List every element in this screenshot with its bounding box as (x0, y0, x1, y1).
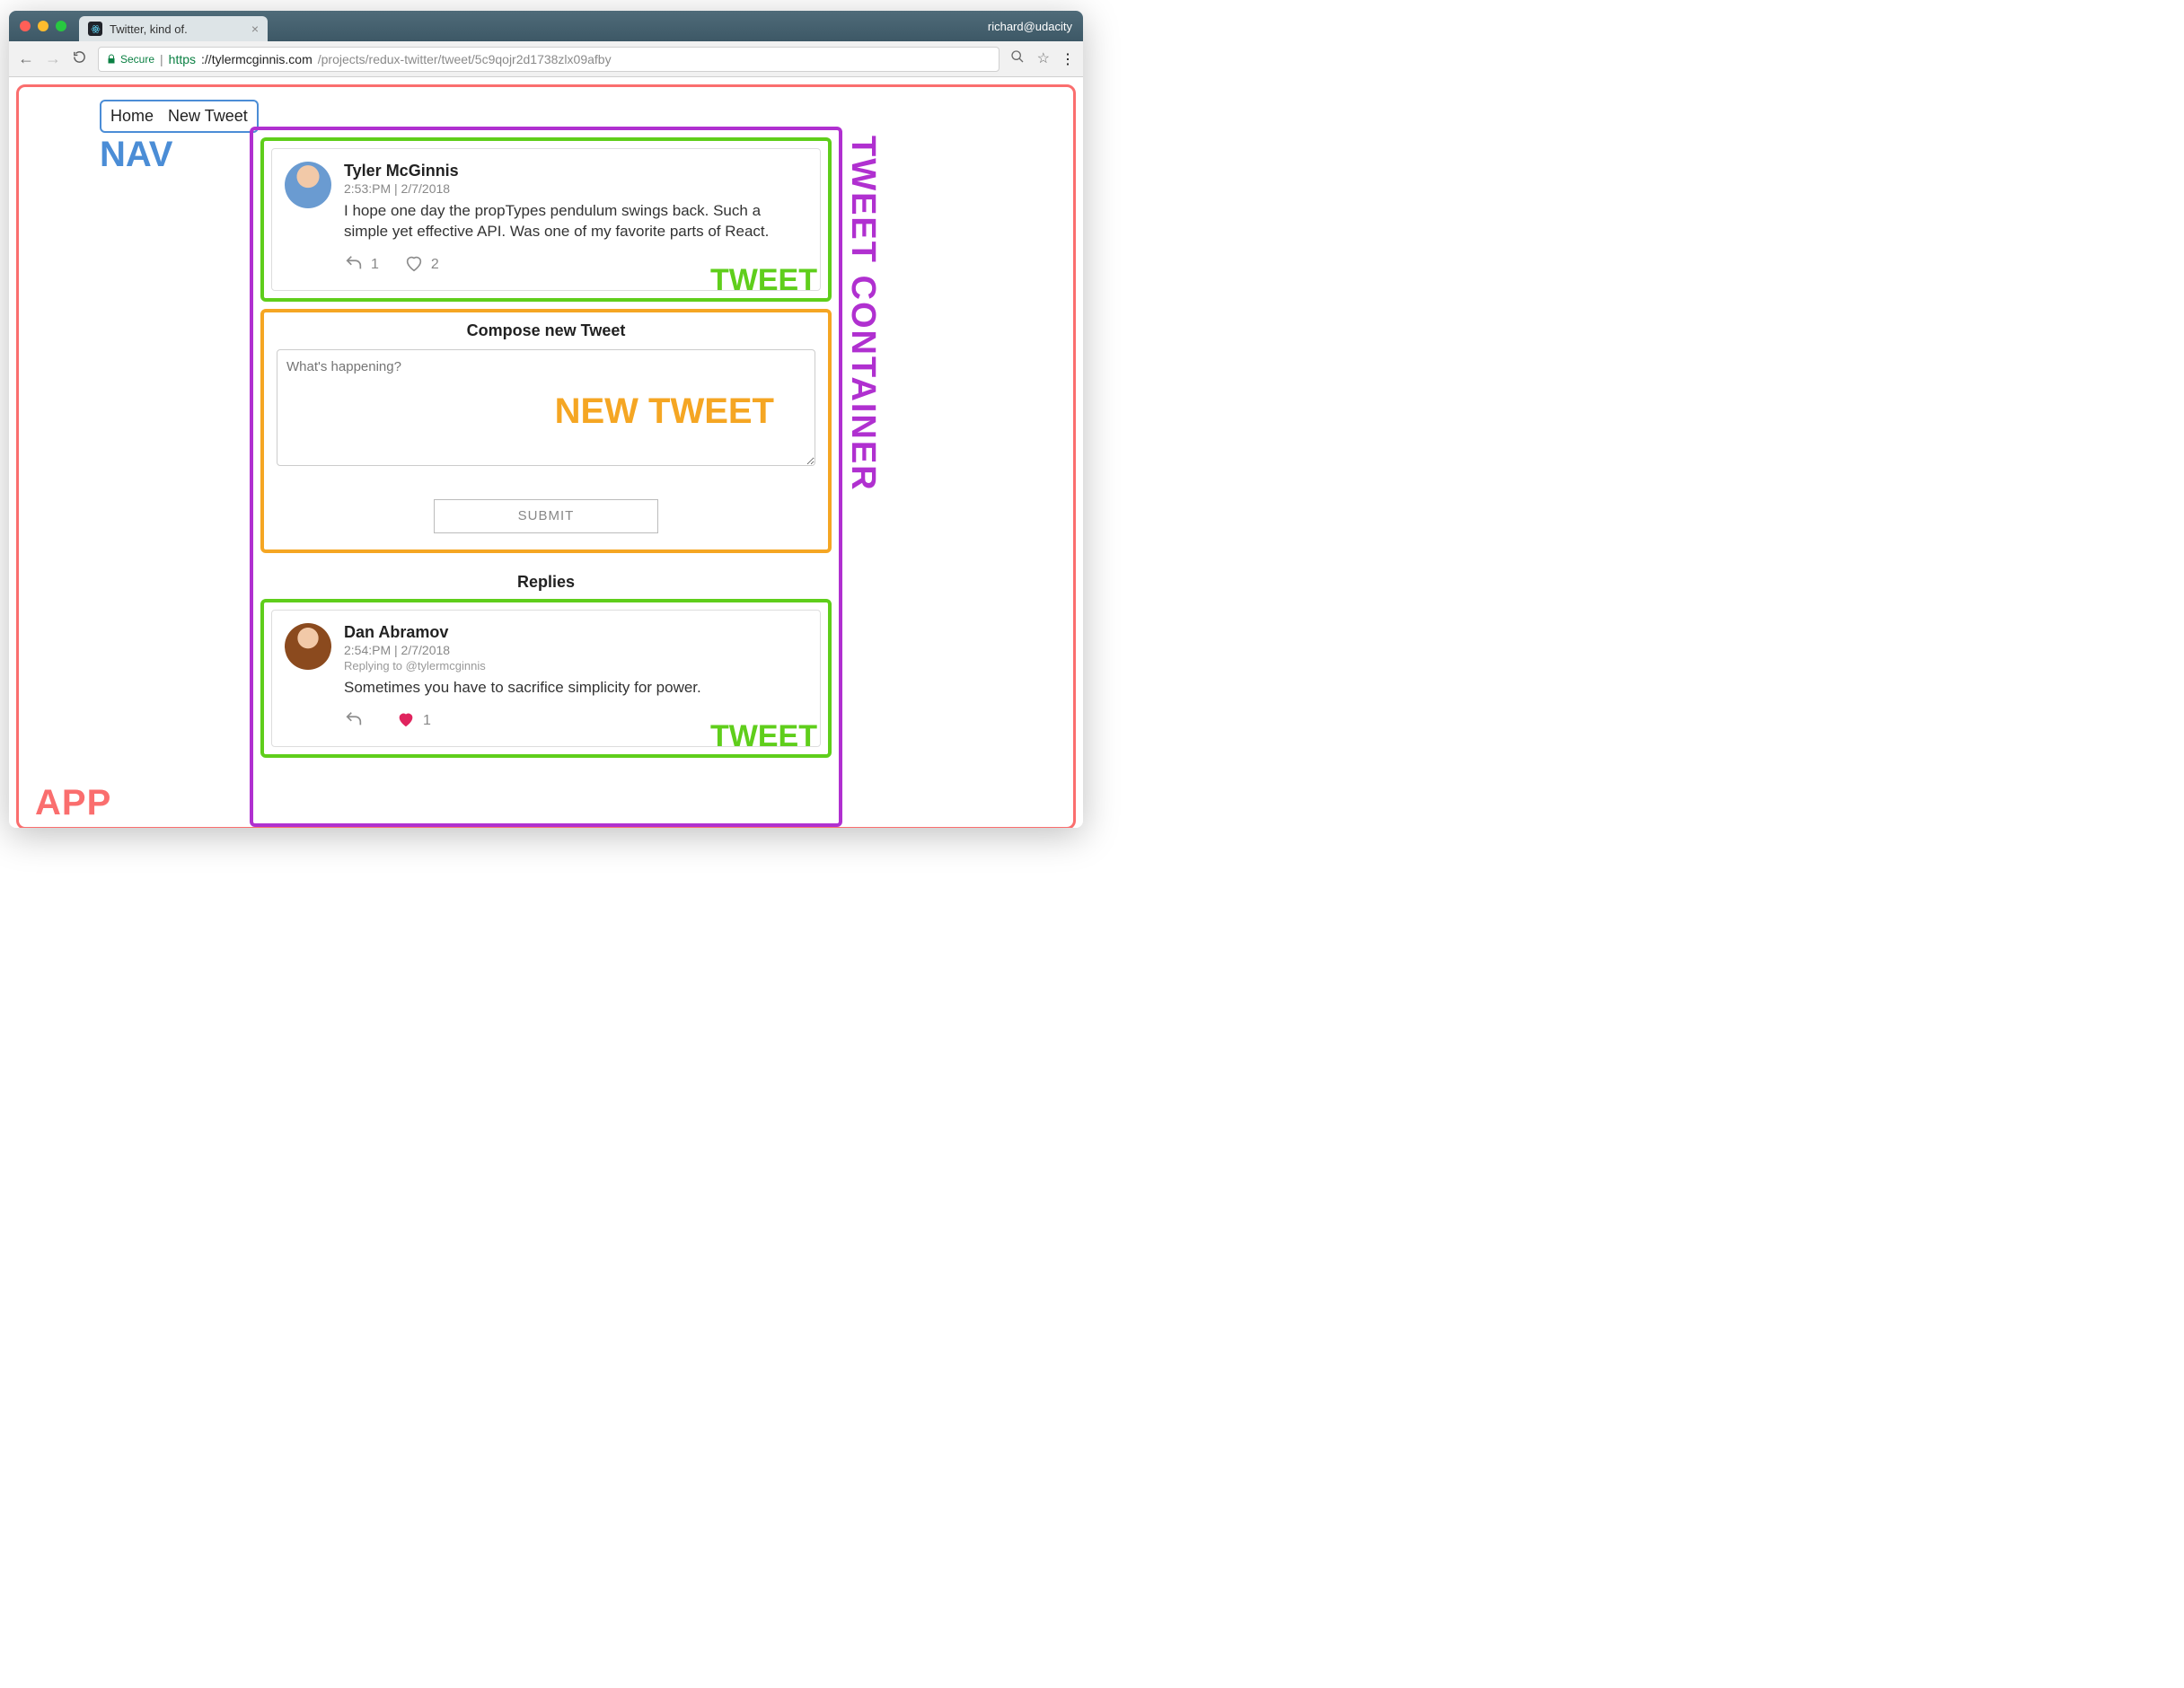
app-region: APP Home New Tweet NAV TWEET CONTAINER T… (16, 84, 1076, 828)
reply-button[interactable] (344, 709, 371, 734)
tweet-timestamp: 2:53:PM | 2/7/2018 (344, 181, 807, 196)
new-tweet-annotation-label: NEW TWEET (555, 391, 774, 432)
heart-icon (396, 709, 416, 734)
nav-region: Home New Tweet (100, 100, 259, 133)
browser-toolbar: ← → Secure | https://tylermcginnis.com/p… (9, 41, 1083, 77)
forward-button[interactable]: → (45, 49, 61, 68)
avatar (285, 623, 331, 670)
tweet-timestamp: 2:54:PM | 2/7/2018 (344, 643, 807, 657)
replying-to: Replying to @tylermcginnis (344, 659, 807, 673)
url-scheme: https (169, 52, 196, 66)
react-favicon-icon (88, 22, 102, 36)
tweet-text: Sometimes you have to sacrifice simplici… (344, 678, 807, 699)
reply-count: 1 (371, 257, 379, 273)
nav-new-tweet-link[interactable]: New Tweet (168, 107, 248, 126)
reply-icon (344, 253, 364, 277)
like-count: 1 (423, 713, 431, 729)
close-tab-icon[interactable]: × (251, 22, 259, 36)
container-annotation-label: TWEET CONTAINER (843, 136, 882, 492)
tweet-text: I hope one day the propTypes pendulum sw… (344, 201, 807, 242)
bookmark-star-icon[interactable]: ☆ (1037, 49, 1050, 68)
heart-icon (404, 253, 424, 277)
minimize-window-button[interactable] (38, 21, 48, 31)
secure-label: Secure (120, 53, 154, 66)
url-host: ://tylermcginnis.com (201, 52, 313, 66)
address-bar[interactable]: Secure | https://tylermcginnis.com/proje… (98, 47, 1000, 72)
browser-window: Twitter, kind of. × richard@udacity ← → … (9, 11, 1083, 828)
submit-button[interactable]: SUBMIT (434, 499, 658, 533)
lock-icon: Secure (106, 53, 154, 66)
tab-title: Twitter, kind of. (110, 22, 188, 36)
back-button[interactable]: ← (18, 49, 34, 68)
like-button[interactable]: 2 (404, 253, 439, 277)
tweet-container-region: TWEET CONTAINER TWEET Tyler McGinnis 2:5… (250, 127, 842, 827)
like-count: 2 (431, 257, 439, 273)
zoom-icon[interactable] (1010, 49, 1025, 68)
avatar (285, 162, 331, 208)
window-controls (20, 21, 66, 31)
app-annotation-label: APP (35, 783, 111, 823)
tweet-author: Dan Abramov (344, 623, 807, 642)
close-window-button[interactable] (20, 21, 31, 31)
tweet-author: Tyler McGinnis (344, 162, 807, 180)
new-tweet-region: NEW TWEET Compose new Tweet SUBMIT (260, 309, 832, 553)
reply-icon (344, 709, 364, 734)
like-button[interactable]: 1 (396, 709, 431, 734)
compose-title: Compose new Tweet (277, 321, 815, 340)
reply-button[interactable]: 1 (344, 253, 379, 277)
url-path: /projects/redux-twitter/tweet/5c9qojr2d1… (318, 52, 612, 66)
tweet-annotation-label: TWEET (710, 719, 817, 754)
reload-button[interactable] (72, 49, 87, 69)
tweet-region: TWEET Tyler McGinnis 2:53:PM | 2/7/2018 … (260, 137, 832, 302)
tweet-annotation-label: TWEET (710, 263, 817, 298)
nav-home-link[interactable]: Home (110, 107, 154, 126)
fullscreen-window-button[interactable] (56, 21, 66, 31)
titlebar: Twitter, kind of. × richard@udacity (9, 11, 1083, 41)
browser-tab[interactable]: Twitter, kind of. × (79, 16, 268, 41)
replies-title: Replies (253, 573, 839, 592)
tweet-region: TWEET Dan Abramov 2:54:PM | 2/7/2018 Rep… (260, 599, 832, 758)
page-content: APP Home New Tweet NAV TWEET CONTAINER T… (9, 77, 1083, 828)
browser-menu-button[interactable]: ⋮ (1061, 50, 1074, 68)
profile-label[interactable]: richard@udacity (988, 20, 1072, 33)
